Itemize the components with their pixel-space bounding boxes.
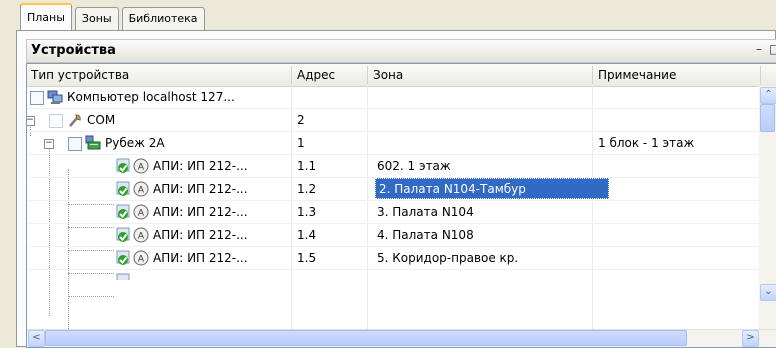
selected-zone-cell[interactable]: 2. Палата N104-Тамбур <box>375 178 609 199</box>
detector-icon: A <box>133 158 149 174</box>
svg-text:A: A <box>138 186 145 196</box>
tab-content-panel: Устройства – □ Тип устройства Адрес Зона… <box>16 30 776 348</box>
row-address: 1.5 <box>297 251 317 265</box>
detector-check-icon <box>116 273 130 280</box>
scroll-left-button[interactable]: < <box>28 330 45 347</box>
column-header-zone[interactable]: Зона <box>373 68 403 82</box>
column-header-device-type[interactable]: Тип устройства <box>31 68 129 82</box>
column-header-note[interactable]: Примечание <box>598 68 676 82</box>
horizontal-scroll-thumb[interactable] <box>45 330 687 346</box>
row-note: 1 блок - 1 этаж <box>598 136 695 150</box>
table-row[interactable]: A АПИ: ИП 212-... 1.1 602. 1 этаж <box>27 155 761 178</box>
scroll-up-button[interactable]: ⌃ <box>760 87 776 104</box>
maximize-button[interactable]: □ <box>769 42 776 56</box>
table-row[interactable]: Компьютер localhost 127... <box>27 86 761 109</box>
tab-library[interactable]: Библиотека <box>121 7 205 30</box>
devices-panel-header: Устройства – □ <box>26 39 776 63</box>
svg-text:A: A <box>138 209 145 219</box>
com-port-icon <box>69 114 81 127</box>
row-checkbox[interactable] <box>49 114 63 128</box>
vertical-scrollbar[interactable]: ⌃ ⌄ <box>759 86 776 332</box>
table-row[interactable]: − Рубеж 2А 1 1 блок - 1 этаж <box>27 132 761 155</box>
detector-check-icon <box>116 227 130 242</box>
row-device-type: Рубеж 2А <box>105 136 165 150</box>
detector-icon: A <box>133 250 149 266</box>
row-device-type: COM <box>87 113 116 127</box>
row-device-type: АПИ: ИП 212-... <box>153 159 248 173</box>
table-row[interactable]: A АПИ: ИП 212-... 1.3 3. Палата N104 <box>27 201 761 224</box>
detector-check-icon <box>116 181 130 196</box>
vertical-scroll-thumb[interactable] <box>760 104 775 132</box>
row-device-type: АПИ: ИП 212-... <box>153 228 248 242</box>
tab-zones[interactable]: Зоны <box>74 7 119 30</box>
row-checkbox[interactable] <box>68 137 82 151</box>
svg-text:A: A <box>138 255 145 265</box>
svg-text:A: A <box>138 232 145 242</box>
row-checkbox[interactable] <box>30 91 44 105</box>
row-device-type: Компьютер localhost 127... <box>67 90 235 104</box>
detector-check-icon <box>116 250 130 265</box>
row-address: 1.4 <box>297 228 317 242</box>
row-zone: 4. Палата N108 <box>377 228 474 242</box>
row-address: 1 <box>297 136 305 150</box>
devices-tree-grid: Тип устройства Адрес Зона Примечание Ком… <box>26 63 776 348</box>
row-device-type: АПИ: ИП 212-... <box>153 251 248 265</box>
row-zone: 3. Палата N104 <box>377 205 474 219</box>
table-row[interactable]: A АПИ: ИП 212-... 1.2 2. Палата N104-Там… <box>27 178 761 201</box>
devices-panel-title: Устройства <box>31 43 116 58</box>
table-row-partial <box>27 270 761 280</box>
detector-check-icon <box>116 204 130 219</box>
device-icon <box>85 135 101 150</box>
collapse-toggle[interactable]: − <box>44 139 54 149</box>
table-row[interactable]: A АПИ: ИП 212-... 1.4 4. Палата N108 <box>27 224 761 247</box>
horizontal-scrollbar[interactable]: < > <box>27 329 776 347</box>
column-header-row: Тип устройства Адрес Зона Примечание <box>27 64 776 87</box>
tab-strip: Планы Зоны Библиотека <box>20 3 208 31</box>
scroll-right-button[interactable]: > <box>742 330 759 347</box>
row-zone: 2. Палата N104-Тамбур <box>379 182 526 196</box>
row-device-type: АПИ: ИП 212-... <box>153 182 248 196</box>
detector-icon: A <box>133 204 149 220</box>
table-row[interactable]: A АПИ: ИП 212-... 1.5 5. Коридор-правое … <box>27 247 761 270</box>
row-address: 1.1 <box>297 159 317 173</box>
detector-icon: A <box>133 227 149 243</box>
row-address: 1.2 <box>297 182 317 196</box>
detector-icon: A <box>133 181 149 197</box>
tab-plans[interactable]: Планы <box>20 3 72 31</box>
detector-check-icon <box>116 158 130 173</box>
collapse-toggle[interactable]: − <box>27 116 35 126</box>
column-header-address[interactable]: Адрес <box>297 68 335 82</box>
row-zone: 602. 1 этаж <box>377 159 451 173</box>
svg-text:A: A <box>138 163 145 173</box>
computer-icon <box>47 90 63 104</box>
row-zone: 5. Коридор-правое кр. <box>377 251 519 265</box>
minimize-button[interactable]: – <box>756 42 762 56</box>
table-row[interactable]: − COM 2 <box>27 109 761 132</box>
row-device-type: АПИ: ИП 212-... <box>153 205 248 219</box>
scroll-down-button[interactable]: ⌄ <box>760 284 776 301</box>
row-address: 2 <box>297 113 305 127</box>
row-address: 1.3 <box>297 205 317 219</box>
